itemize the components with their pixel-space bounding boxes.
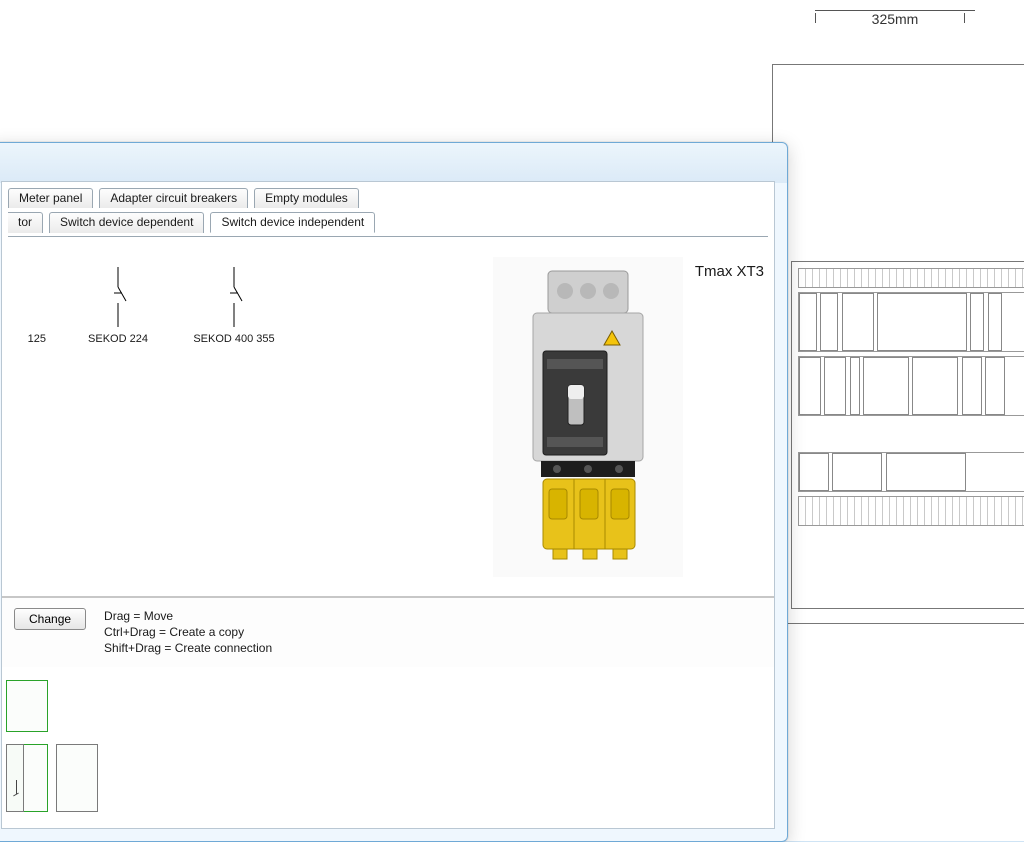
component-outline[interactable] (6, 744, 24, 812)
cad-enclosure-outline (772, 64, 1024, 624)
tab-partial-tor[interactable]: tor (8, 212, 43, 233)
switch-symbol-icon (108, 267, 128, 327)
device-preview-image (513, 267, 663, 567)
tab-switch-device-independent[interactable]: Switch device independent (210, 212, 375, 233)
drag-hints: Drag = Move Ctrl+Drag = Create a copy Sh… (104, 608, 272, 657)
hint-line: Shift+Drag = Create connection (104, 640, 272, 656)
hint-line: Drag = Move (104, 608, 272, 624)
tab-adapter-circuit-breakers[interactable]: Adapter circuit breakers (99, 188, 248, 208)
symbol-label: 125 (28, 333, 46, 345)
catalog-window[interactable]: Meter panel Adapter circuit breakers Emp… (0, 142, 788, 842)
device-preview (493, 257, 683, 577)
tab-empty-modules[interactable]: Empty modules (254, 188, 359, 208)
tab-meter-panel[interactable]: Meter panel (8, 188, 93, 208)
symbol-item[interactable]: 125 (12, 333, 46, 345)
tab-switch-device-dependent[interactable]: Switch device dependent (49, 212, 204, 233)
switch-glyph-icon (12, 784, 20, 792)
catalog-client-area: Meter panel Adapter circuit breakers Emp… (1, 181, 775, 829)
dimension-label: 325mm (868, 10, 923, 27)
component-outline[interactable] (56, 744, 98, 812)
change-button[interactable]: Change (14, 608, 86, 630)
catalog-area: 125 SEKOD 224 (2, 237, 774, 597)
device-preview-title: Tmax XT3 (695, 263, 764, 280)
symbol-list: 125 SEKOD 224 (12, 257, 278, 345)
selection-rect[interactable] (6, 680, 48, 732)
symbol-item[interactable]: SEKOD 224 (74, 267, 162, 345)
symbol-item[interactable]: SEKOD 400 355 (190, 267, 278, 345)
switch-symbol-icon (224, 267, 244, 327)
symbol-label: SEKOD 400 355 (193, 333, 274, 345)
tab-strip: Meter panel Adapter circuit breakers Emp… (2, 182, 774, 237)
hint-bar: Change Drag = Move Ctrl+Drag = Create a … (2, 597, 774, 667)
symbol-label: SEKOD 224 (88, 333, 148, 345)
hint-line: Ctrl+Drag = Create a copy (104, 624, 272, 640)
